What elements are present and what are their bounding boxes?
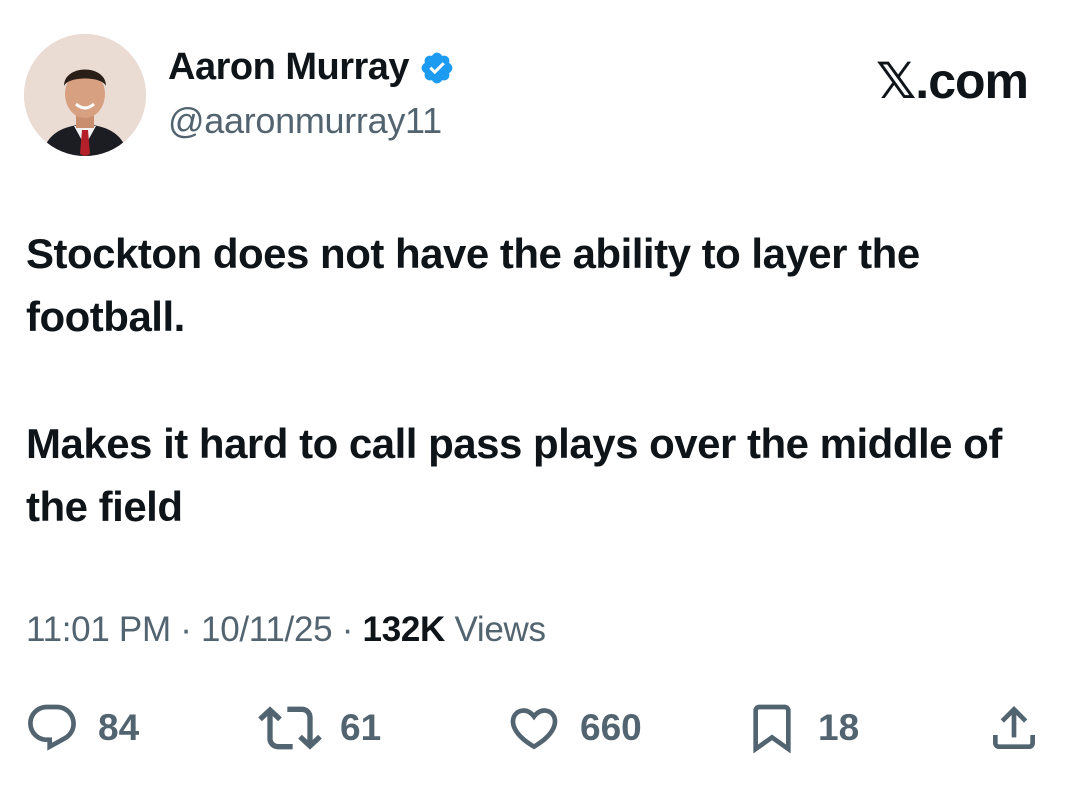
tweet-time[interactable]: 11:01 PM [26, 610, 171, 649]
avatar[interactable] [24, 34, 146, 156]
meta-separator: · [341, 610, 354, 649]
author-handle[interactable]: @aaronmurray11 [168, 100, 442, 142]
tweet-paragraph: Makes it hard to call pass plays over th… [26, 420, 1002, 530]
tweet-paragraph: Stockton does not have the ability to la… [26, 230, 920, 340]
share-icon [993, 706, 1035, 749]
heart-icon [510, 708, 558, 750]
reply-count: 84 [98, 707, 140, 748]
tweet-date[interactable]: 10/11/25 [201, 610, 333, 649]
avatar-image [24, 34, 146, 156]
like-button[interactable]: 660 [506, 698, 642, 758]
display-name[interactable]: Aaron Murray [168, 46, 410, 89]
views-count: 132K [362, 610, 446, 649]
repost-button[interactable]: 61 [258, 698, 381, 758]
reply-button[interactable]: 84 [24, 698, 139, 758]
tweet-text: Stockton does not have the ability to la… [26, 222, 1036, 538]
repost-count: 61 [340, 707, 382, 748]
like-count: 660 [580, 707, 642, 748]
bookmark-icon [753, 704, 791, 754]
x-com-brand: 𝕏.com [876, 53, 1029, 109]
bookmark-count: 18 [818, 707, 860, 748]
verified-badge-icon [419, 50, 455, 86]
tweet-meta: 11:01 PM · 10/11/25 · 132K Views [26, 610, 546, 650]
share-button[interactable] [986, 698, 1042, 758]
reply-icon [28, 704, 76, 751]
repost-icon [258, 706, 322, 750]
meta-separator: · [180, 610, 192, 649]
author-name-row[interactable]: Aaron Murray [168, 46, 455, 89]
bookmark-button[interactable]: 18 [744, 698, 859, 758]
views-label: Views [454, 610, 546, 649]
action-bar: 84 61 660 18 [0, 698, 1074, 758]
